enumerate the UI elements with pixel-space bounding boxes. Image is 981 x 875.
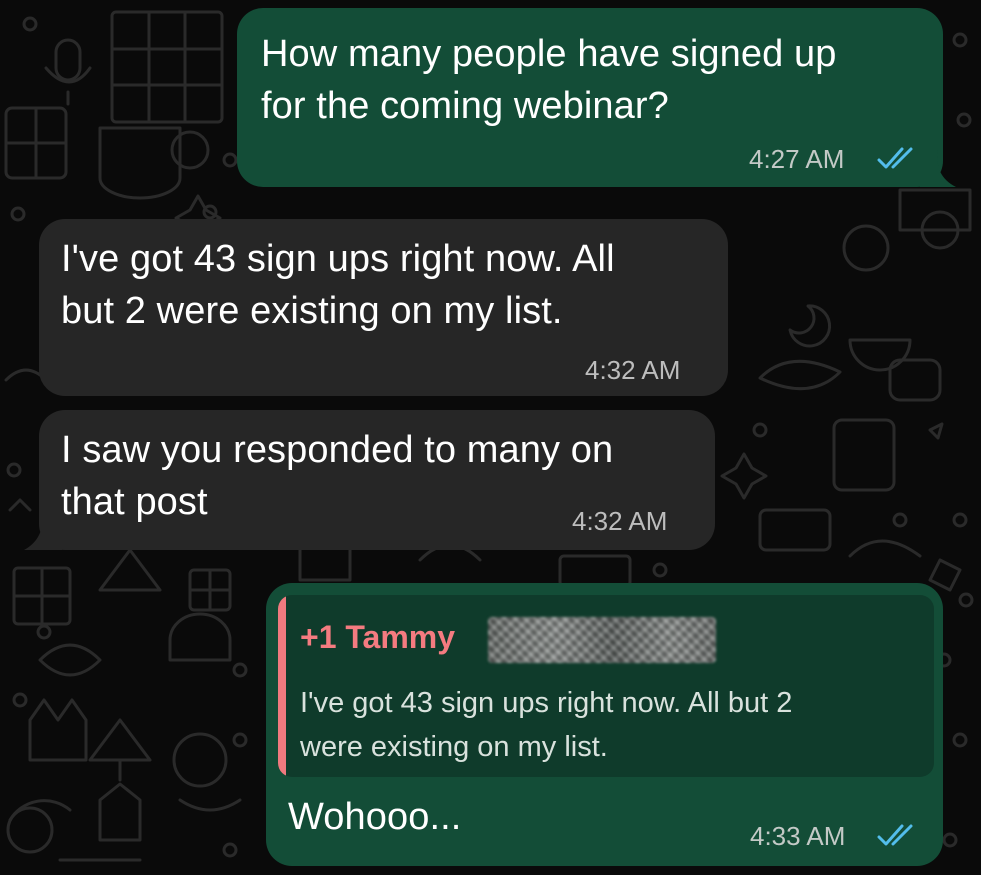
quote-accent-bar [278,595,286,777]
message-timestamp: 4:32 AM [572,506,668,536]
quoted-text: I've got 43 sign ups right now. All but … [300,687,793,763]
message-timestamp: 4:33 AM [750,821,846,851]
message-text: I've got 43 sign ups right now. All but … [61,238,615,332]
bubble-tail [24,510,62,550]
chat-window: How many people have signed up for the c… [0,0,981,875]
message-text: Wohooo... [288,796,462,838]
bubble-tail [920,150,956,187]
reply-message-bubble[interactable]: +1 Tammy I've got 43 sign ups right now.… [266,583,943,866]
message-timestamp: 4:32 AM [585,355,681,385]
double-check-icon [877,824,913,846]
quoted-message[interactable]: +1 Tammy I've got 43 sign ups right now.… [278,595,934,777]
message-timestamp: 4:27 AM [749,144,845,174]
redacted-phone-number [488,617,716,663]
message-bubble-outgoing[interactable]: How many people have signed up for the c… [237,8,943,187]
quoted-author: +1 Tammy [300,619,456,655]
message-bubble-incoming[interactable]: I've got 43 sign ups right now. All but … [39,219,728,396]
message-bubble-incoming[interactable]: I saw you responded to many on that post… [39,410,715,550]
double-check-icon [877,147,913,169]
message-text: How many people have signed up for the c… [261,33,837,127]
